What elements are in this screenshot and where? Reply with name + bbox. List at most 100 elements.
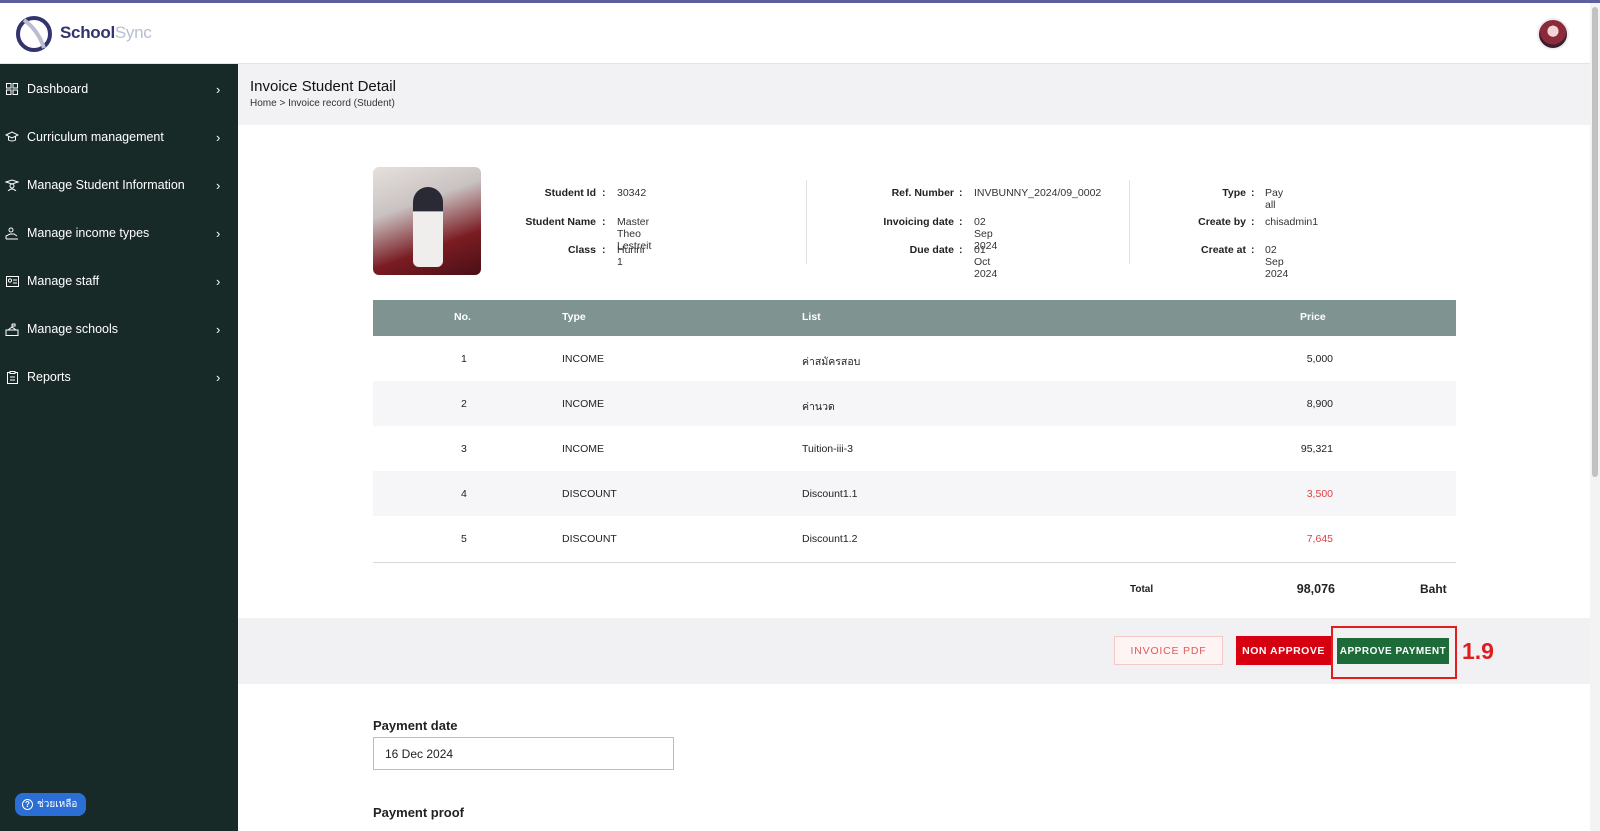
brand-part-school: School	[60, 23, 115, 42]
cell-list: Tuition-iii-3	[802, 443, 853, 455]
table-row: 2 INCOME ค่านวด 8,900	[373, 381, 1456, 426]
class-label: Class	[567, 244, 596, 256]
colon: :	[959, 244, 963, 256]
info-divider	[1129, 180, 1130, 264]
create-by-value: chisadmin1	[1265, 216, 1319, 228]
colon: :	[959, 187, 963, 199]
sidebar-item-label: Manage income types	[27, 226, 150, 240]
student-icon	[5, 178, 19, 192]
grid-icon	[5, 82, 19, 96]
cell-type: INCOME	[562, 398, 604, 410]
ref-number-value: INVBUNNY_2024/09_0002	[974, 187, 1102, 199]
sidebar-item-student-info[interactable]: Manage Student Information ›	[0, 163, 238, 207]
info-divider	[806, 180, 807, 264]
sidebar-item-label: Reports	[27, 370, 71, 384]
sidebar-item-label: Manage staff	[27, 274, 100, 288]
ref-number-label: Ref. Number	[891, 187, 954, 199]
clipboard-icon	[5, 370, 19, 384]
colon: :	[1251, 216, 1255, 228]
sidebar-item-curriculum[interactable]: Curriculum management ›	[0, 115, 238, 159]
chevron-right-icon: ›	[216, 225, 221, 241]
schoolsync-logo-icon	[16, 16, 52, 52]
table-row: 5 DISCOUNT Discount1.2 7,645	[373, 516, 1456, 561]
step-highlight-box	[1331, 626, 1457, 679]
sidebar-item-income-types[interactable]: Manage income types ›	[0, 211, 238, 255]
table-row: 4 DISCOUNT Discount1.1 3,500	[373, 471, 1456, 516]
cell-list: Discount1.1	[802, 488, 858, 500]
chevron-right-icon: ›	[216, 129, 221, 145]
chevron-right-icon: ›	[216, 321, 221, 337]
cell-list: Discount1.2	[802, 533, 858, 545]
total-value: 98,076	[1296, 582, 1335, 596]
total-unit: Baht	[1420, 582, 1447, 596]
graduation-cap-icon	[5, 130, 19, 144]
invoice-table-header: No. Type List Price	[373, 300, 1456, 336]
cell-type: DISCOUNT	[562, 488, 617, 500]
colon: :	[602, 187, 606, 199]
page-title: Invoice Student Detail	[250, 78, 396, 95]
student-id-label: Student Id	[544, 187, 596, 199]
col-list: List	[802, 311, 821, 323]
sidebar-item-label: Manage Student Information	[27, 178, 185, 192]
top-bar: SchoolSync	[0, 3, 1590, 64]
chevron-right-icon: ›	[216, 177, 221, 193]
sidebar: Dashboard › Curriculum management › Mana…	[0, 64, 238, 831]
income-icon	[5, 226, 19, 240]
student-id-value: 30342	[617, 187, 647, 199]
due-date-label: Due date	[909, 244, 954, 256]
invoicing-date-label: Invoicing date	[883, 216, 954, 228]
colon: :	[1251, 244, 1255, 256]
sidebar-item-staff[interactable]: Manage staff ›	[0, 259, 238, 303]
create-at-label: Create at	[1201, 244, 1246, 256]
table-row: 3 INCOME Tuition-iii-3 95,321	[373, 426, 1456, 471]
cell-price-discount: 7,645	[1306, 533, 1333, 545]
col-no: No.	[454, 311, 471, 323]
id-card-icon	[5, 274, 19, 288]
cell-list: ค่าสมัครสอบ	[802, 356, 861, 368]
help-button[interactable]: ? ช่วยเหลือ	[15, 793, 86, 816]
non-approve-button[interactable]: NON APPROVE	[1236, 636, 1331, 665]
brand-name: SchoolSync	[60, 23, 152, 43]
cell-no: 2	[461, 398, 467, 410]
col-type: Type	[562, 311, 586, 323]
cell-price: 5,000	[1306, 353, 1333, 365]
colon: :	[602, 244, 606, 256]
breadcrumb[interactable]: Home > Invoice record (Student)	[250, 98, 395, 109]
class-value: Hunni 1	[617, 244, 645, 268]
payment-date-label: Payment date	[373, 718, 458, 733]
due-date-value: 01 Oct 2024	[974, 244, 998, 280]
cell-no: 4	[461, 488, 467, 500]
type-value: Pay all	[1265, 187, 1284, 211]
cell-list: ค่านวด	[802, 401, 835, 413]
page-header	[238, 64, 1590, 125]
total-label: Total	[1130, 584, 1154, 595]
create-by-label: Create by	[1198, 216, 1246, 228]
table-bottom-divider	[373, 562, 1456, 563]
type-label: Type	[1222, 187, 1246, 199]
user-avatar[interactable]	[1537, 18, 1569, 50]
help-label: ช่วยเหลือ	[37, 799, 78, 810]
cell-type: DISCOUNT	[562, 533, 617, 545]
sidebar-item-dashboard[interactable]: Dashboard ›	[0, 67, 238, 111]
sidebar-item-reports[interactable]: Reports ›	[0, 355, 238, 399]
payment-proof-label: Payment proof	[373, 805, 465, 820]
cell-no: 5	[461, 533, 467, 545]
chevron-right-icon: ›	[216, 81, 221, 97]
payment-date-input[interactable]	[373, 737, 674, 770]
cell-no: 1	[461, 353, 467, 365]
sidebar-item-label: Curriculum management	[27, 130, 164, 144]
table-row: 1 INCOME ค่าสมัครสอบ 5,000	[373, 336, 1456, 381]
colon: :	[602, 216, 606, 228]
cell-no: 3	[461, 443, 467, 455]
page-scrollbar[interactable]	[1590, 3, 1600, 831]
cell-price-discount: 3,500	[1306, 488, 1333, 500]
invoice-pdf-button[interactable]: INVOICE PDF	[1114, 636, 1223, 665]
brand-part-sync: Sync	[114, 23, 152, 42]
cell-type: INCOME	[562, 443, 604, 455]
question-icon: ?	[22, 799, 33, 810]
sidebar-item-schools[interactable]: Manage schools ›	[0, 307, 238, 351]
colon: :	[959, 216, 963, 228]
cell-price: 8,900	[1306, 398, 1333, 410]
chevron-right-icon: ›	[216, 369, 221, 385]
scrollbar-thumb[interactable]	[1592, 7, 1598, 477]
